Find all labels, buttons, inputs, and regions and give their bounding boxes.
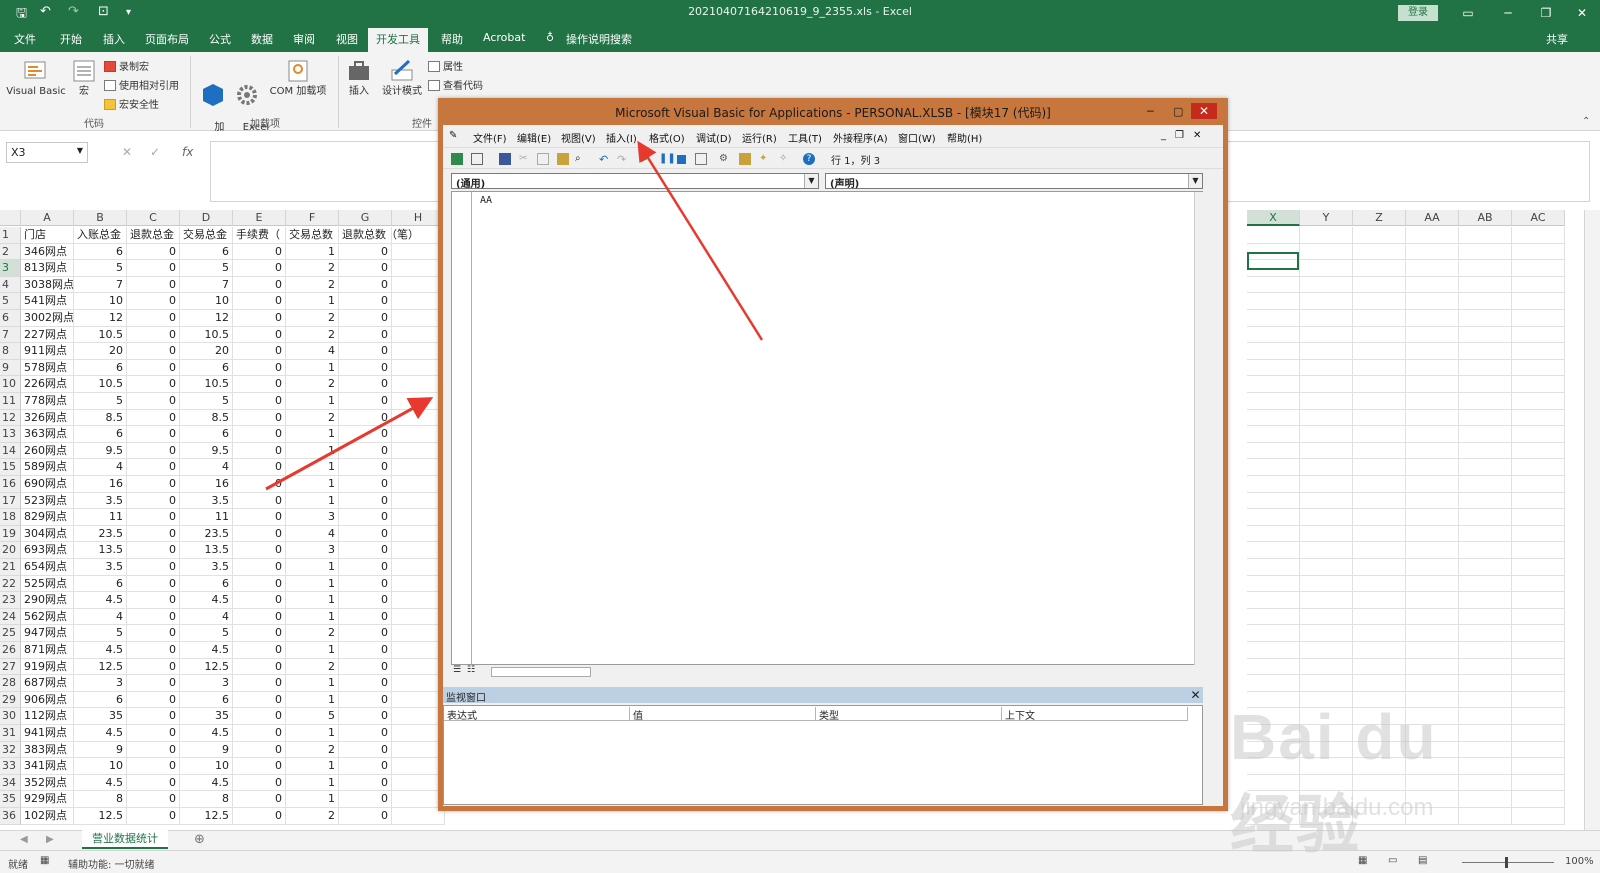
watermark-logo: Bai du 经验 — [1230, 701, 1438, 861]
arrow-to-vba — [265, 397, 434, 491]
baidu-watermark: Bai du 经验 jingyan.baidu.com — [1230, 700, 1520, 861]
watermark-url: jingyan.baidu.com — [1240, 794, 1434, 821]
arrow-to-insert-menu — [637, 140, 764, 341]
